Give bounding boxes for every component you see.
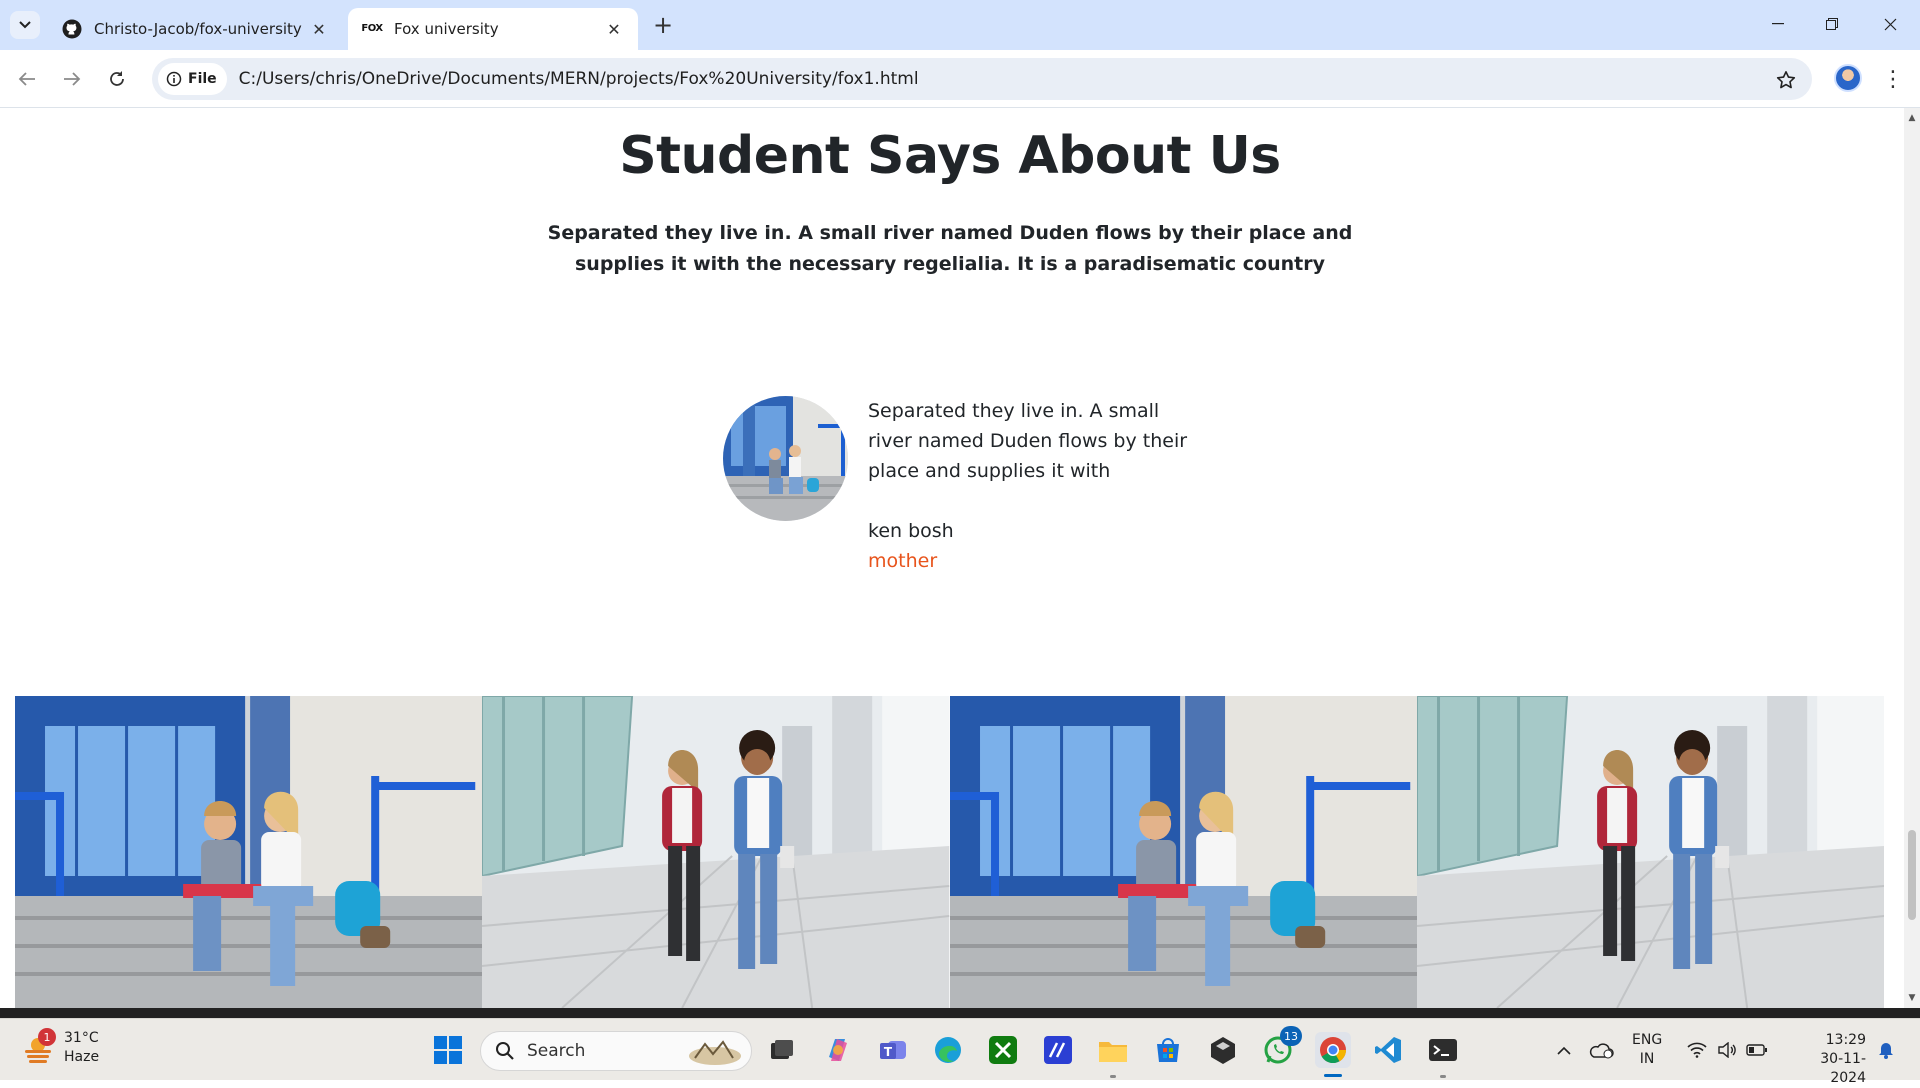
gallery-photo-sitting: [949, 696, 1417, 1008]
restore-button[interactable]: [1812, 8, 1852, 40]
search-highlight-icon: [689, 1040, 741, 1065]
chevron-down-icon: [19, 21, 31, 29]
whatsapp-badge: 13: [1280, 1026, 1302, 1046]
close-tab-icon[interactable]: ✕: [604, 19, 624, 39]
microsoft-store-icon[interactable]: [1150, 1032, 1186, 1068]
whatsapp-icon[interactable]: 13: [1260, 1026, 1302, 1068]
weather-condition: Haze: [64, 1049, 100, 1065]
weather-widget[interactable]: 1 31°C Haze: [22, 1028, 100, 1067]
profile-avatar[interactable]: [1834, 64, 1862, 92]
new-tab-button[interactable]: +: [650, 11, 676, 39]
tab-fox-university[interactable]: FOX Fox university ✕: [348, 8, 638, 50]
gallery-photo-walking: [1416, 696, 1884, 1008]
tab-strip: Christo-Jacob/fox-university ✕ FOX Fox u…: [0, 0, 1920, 50]
copilot-icon[interactable]: [820, 1032, 856, 1068]
unity-hub-icon[interactable]: [1205, 1032, 1241, 1068]
vertical-scrollbar[interactable]: ▲ ▼: [1904, 108, 1920, 1008]
tab-search-button[interactable]: [10, 11, 40, 39]
info-icon: [166, 71, 182, 87]
wifi-icon[interactable]: [1684, 1033, 1710, 1067]
github-icon: [62, 19, 82, 39]
arrow-right-icon: [64, 72, 81, 86]
chrome-icon[interactable]: [1315, 1032, 1351, 1068]
tab-title: Christo-Jacob/fox-university: [94, 20, 302, 38]
taskbar-search[interactable]: Search: [480, 1031, 752, 1071]
search-icon: [496, 1042, 514, 1060]
page-viewport: Student Says About Us Separated they liv…: [0, 108, 1904, 1008]
page-footer-edge: [0, 1008, 1920, 1018]
file-label: File: [188, 71, 217, 87]
site-info-button[interactable]: File: [158, 63, 227, 95]
gallery-photo-walking: [482, 696, 950, 1008]
scroll-thumb[interactable]: [1908, 830, 1916, 920]
bookmark-star-icon[interactable]: [1774, 68, 1798, 92]
section-heading: Student Says About Us: [619, 126, 1281, 186]
weather-badge: 1: [38, 1028, 56, 1046]
battery-icon[interactable]: [1744, 1033, 1770, 1067]
language-region: IN: [1639, 1051, 1655, 1067]
vscode-icon[interactable]: [1370, 1032, 1406, 1068]
minimize-button[interactable]: [1758, 8, 1798, 40]
haze-weather-icon: 1: [22, 1028, 56, 1064]
url-text[interactable]: C:/Users/chris/OneDrive/Documents/MERN/p…: [239, 69, 919, 89]
terminal-icon[interactable]: [1425, 1032, 1461, 1068]
tab-title: Fox university: [394, 20, 499, 38]
scroll-up-arrow-icon[interactable]: ▲: [1904, 110, 1920, 126]
chevron-up-icon[interactable]: [1552, 1033, 1576, 1067]
forward-button[interactable]: [55, 62, 89, 96]
testimonial-avatar: [723, 396, 848, 521]
windows-taskbar: 1 31°C Haze Search T 13 ENG IN 13:29 30-…: [0, 1018, 1920, 1086]
file-explorer-icon[interactable]: [1095, 1032, 1131, 1068]
language-indicator[interactable]: ENG IN: [1632, 1031, 1662, 1069]
back-button[interactable]: [10, 62, 44, 96]
fox-logo-icon: FOX: [361, 23, 383, 34]
clock-time: 13:29: [1825, 1032, 1866, 1048]
system-clock[interactable]: 13:29 30-11-2024: [1786, 1031, 1866, 1088]
more-menu-icon[interactable]: ⋮: [1880, 64, 1906, 94]
testimonial-text: Separated they live in. A small river na…: [868, 400, 1188, 482]
address-bar[interactable]: File C:/Users/chris/OneDrive/Documents/M…: [152, 58, 1812, 100]
reload-button[interactable]: [100, 62, 134, 96]
edge-icon[interactable]: [930, 1032, 966, 1068]
chrome-active-indicator: [1324, 1074, 1342, 1077]
arrow-left-icon: [18, 72, 35, 86]
windows-logo-icon: [434, 1036, 462, 1064]
scroll-down-arrow-icon[interactable]: ▼: [1904, 990, 1920, 1006]
language-code: ENG: [1632, 1032, 1663, 1048]
teams-icon[interactable]: T: [875, 1032, 911, 1068]
running-indicator: [1110, 1075, 1116, 1078]
xbox-icon[interactable]: [985, 1032, 1021, 1068]
reload-icon: [110, 71, 124, 86]
notification-bell-icon[interactable]: [1874, 1033, 1898, 1067]
svg-text:T: T: [884, 1045, 893, 1059]
close-window-button[interactable]: [1870, 8, 1910, 40]
vscode-insiders-icon[interactable]: [1040, 1032, 1076, 1068]
search-placeholder: Search: [527, 1041, 586, 1061]
browser-toolbar: File C:/Users/chris/OneDrive/Documents/M…: [0, 50, 1920, 108]
gallery-photo-sitting: [15, 696, 483, 1008]
weather-temperature: 31°C: [64, 1030, 99, 1046]
testimonial-role: mother: [868, 550, 938, 572]
tab-github[interactable]: Christo-Jacob/fox-university ✕: [48, 8, 343, 50]
close-tab-icon[interactable]: ✕: [309, 19, 329, 39]
clock-date: 30-11-2024: [1820, 1051, 1866, 1086]
task-view-icon[interactable]: [764, 1032, 800, 1068]
running-indicator: [1440, 1075, 1446, 1078]
testimonial-author: ken bosh: [868, 520, 954, 542]
start-button[interactable]: [430, 1032, 466, 1068]
volume-icon[interactable]: [1714, 1033, 1740, 1067]
section-subheading: Separated they live in. A small river na…: [547, 222, 1353, 275]
onedrive-sync-icon[interactable]: [1586, 1033, 1616, 1067]
photo-gallery: [15, 696, 1884, 1008]
